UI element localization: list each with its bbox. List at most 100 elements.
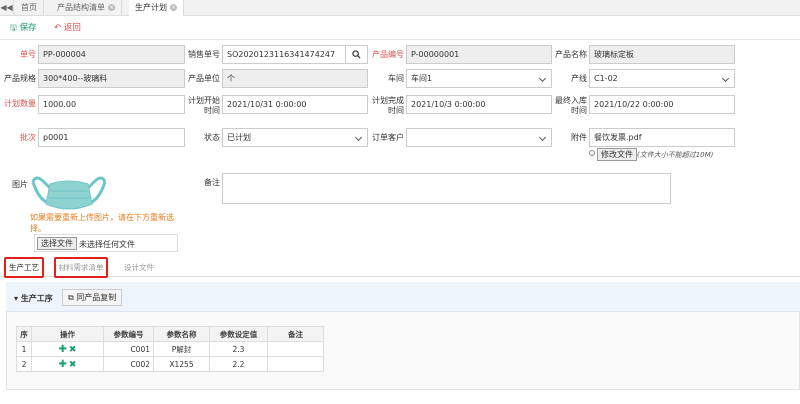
unit-label: 产品单位 bbox=[188, 74, 220, 83]
table-header-row: 序 操作 参数编号 参数名称 参数设定值 备注 bbox=[16, 326, 324, 342]
save-button[interactable]: 🖫 保存 bbox=[10, 21, 37, 35]
product-name-field[interactable]: 玻璃标定板 bbox=[589, 45, 735, 64]
tab-production-plan[interactable]: 生产计划 × bbox=[129, 0, 184, 16]
choose-file-button[interactable]: 选择文件 bbox=[37, 237, 77, 250]
row-actions: ✚ ✖ bbox=[31, 356, 104, 372]
workshop-label: 车间 bbox=[388, 74, 404, 83]
sales-no-label: 销售单号 bbox=[188, 50, 220, 59]
finish-label-2: 时间 bbox=[388, 106, 404, 115]
process-title: 生产工序 bbox=[20, 294, 53, 303]
image-hint-line-2: 择。 bbox=[30, 224, 46, 233]
line-select[interactable]: C1-02 bbox=[589, 69, 735, 88]
remark-label: 备注 bbox=[204, 178, 220, 187]
start-label-2: 时间 bbox=[204, 106, 220, 115]
row-note[interactable] bbox=[267, 341, 324, 357]
col-index: 序 bbox=[16, 326, 32, 342]
qty-field[interactable]: 1000.00 bbox=[38, 95, 185, 114]
row-index: 2 bbox=[16, 356, 32, 372]
mask-image bbox=[30, 172, 108, 214]
delete-row-icon[interactable]: ✖ bbox=[69, 360, 77, 370]
col-param-value: 参数设定值 bbox=[209, 326, 268, 342]
tab-product-structure[interactable]: 产品结构清单 × bbox=[51, 0, 122, 16]
back-label: 返回 bbox=[63, 23, 81, 33]
attach-field[interactable]: 餐饮发票.pdf bbox=[589, 128, 735, 147]
tab-scroll-left-icon[interactable]: ◀◀ bbox=[0, 0, 14, 16]
latest-label-1: 最终入库 bbox=[555, 96, 587, 105]
row-param-value[interactable]: 2.2 bbox=[209, 356, 268, 372]
no-file-text: 未选择任何文件 bbox=[79, 240, 135, 249]
subtab-design-files[interactable]: 设计文件 bbox=[118, 260, 160, 276]
col-param-code: 参数编号 bbox=[103, 326, 154, 342]
copy-icon: ⧉ bbox=[68, 293, 74, 302]
latest-label-2: 时间 bbox=[571, 106, 587, 115]
customer-label: 订单客户 bbox=[372, 133, 404, 142]
sales-no-field[interactable]: SO2020123116341474247 bbox=[222, 45, 368, 64]
qty-label: 计划数量 bbox=[4, 99, 36, 108]
tab-label: 首页 bbox=[21, 3, 37, 12]
add-row-icon[interactable]: ✚ bbox=[59, 359, 67, 370]
tab-label: 产品结构清单 bbox=[57, 3, 105, 12]
product-no-field[interactable]: P-00000001 bbox=[406, 45, 552, 64]
attach-label: 附件 bbox=[571, 133, 587, 142]
spec-field[interactable]: 300*400--玻璃料 bbox=[38, 69, 185, 88]
sales-no-value: SO2020123116341474247 bbox=[227, 50, 336, 59]
caret-down-icon: ▾ bbox=[14, 294, 19, 303]
modify-file-button[interactable]: 修改文件 bbox=[597, 148, 637, 161]
row-index: 1 bbox=[16, 341, 32, 357]
col-note: 备注 bbox=[267, 326, 324, 342]
file-size-limit: (文件大小不能超过10M) bbox=[637, 151, 714, 159]
table-row: 2 ✚ ✖ C002 X1255 2.2 bbox=[16, 356, 324, 372]
process-panel-header bbox=[6, 282, 800, 312]
spec-label: 产品规格 bbox=[4, 74, 36, 83]
customer-select[interactable] bbox=[406, 128, 552, 147]
table-row: 1 ✚ ✖ C001 P解封 2.3 bbox=[16, 341, 324, 357]
col-param-name: 参数名称 bbox=[153, 326, 210, 342]
remark-textarea[interactable] bbox=[222, 173, 671, 204]
back-button[interactable]: ↶ 返回 bbox=[54, 21, 81, 35]
add-row-icon[interactable]: ✚ bbox=[59, 344, 67, 355]
close-icon[interactable]: × bbox=[108, 4, 115, 11]
row-actions: ✚ ✖ bbox=[31, 341, 104, 357]
subtab-process[interactable]: 生产工艺 bbox=[4, 257, 44, 278]
batch-label: 批次 bbox=[20, 133, 36, 142]
plan-finish-field[interactable]: 2021/10/3 0:00:00 bbox=[406, 95, 552, 114]
tab-label: 生产计划 bbox=[135, 3, 167, 12]
finish-label-1: 计划完成 bbox=[372, 96, 404, 105]
tab-home[interactable]: 首页 bbox=[15, 0, 44, 16]
row-param-name[interactable]: P解封 bbox=[153, 341, 210, 357]
product-no-label: 产品编号 bbox=[372, 50, 404, 59]
row-param-name[interactable]: X1255 bbox=[153, 356, 210, 372]
search-button[interactable] bbox=[345, 46, 367, 63]
image-hint-line-1: 如果需要重新上传图片，请在下方重新选 bbox=[30, 213, 174, 222]
row-param-code[interactable]: C001 bbox=[103, 341, 154, 357]
delete-row-icon[interactable]: ✖ bbox=[69, 345, 77, 355]
image-label: 图片 bbox=[12, 180, 28, 189]
save-label: 保存 bbox=[19, 23, 37, 33]
product-name-label: 产品名称 bbox=[555, 50, 587, 59]
subtab-divider bbox=[0, 276, 800, 277]
latest-store-field[interactable]: 2021/10/22 0:00:00 bbox=[589, 95, 735, 114]
line-label: 产线 bbox=[571, 74, 587, 83]
save-icon: 🖫 bbox=[10, 23, 17, 32]
batch-field[interactable]: p0001 bbox=[38, 128, 185, 147]
status-label: 状态 bbox=[204, 133, 220, 142]
copy-from-product-button[interactable]: ⧉ 同产品复制 bbox=[62, 289, 123, 306]
row-note[interactable] bbox=[267, 356, 324, 372]
close-icon[interactable]: × bbox=[170, 4, 177, 11]
status-select[interactable]: 已计划 bbox=[222, 128, 368, 147]
order-no-label: 单号 bbox=[20, 50, 36, 59]
row-param-code[interactable]: C002 bbox=[103, 356, 154, 372]
workshop-select[interactable]: 车间1 bbox=[406, 69, 552, 88]
plan-start-field[interactable]: 2021/10/31 0:00:00 bbox=[222, 95, 368, 114]
toolbar-divider bbox=[0, 39, 800, 40]
radio-button[interactable] bbox=[589, 150, 595, 156]
row-param-value[interactable]: 2.3 bbox=[209, 341, 268, 357]
col-actions: 操作 bbox=[31, 326, 104, 342]
subtab-materials[interactable]: 材料需求清单 bbox=[54, 257, 108, 278]
search-icon bbox=[352, 50, 361, 59]
order-no-field[interactable]: PP-000004 bbox=[38, 45, 185, 64]
unit-field[interactable]: 个 bbox=[222, 69, 368, 88]
start-label-1: 计划开始 bbox=[188, 96, 220, 105]
process-section-toggle[interactable]: ▾ 生产工序 bbox=[14, 293, 53, 304]
copy-label: 同产品复制 bbox=[76, 293, 117, 302]
